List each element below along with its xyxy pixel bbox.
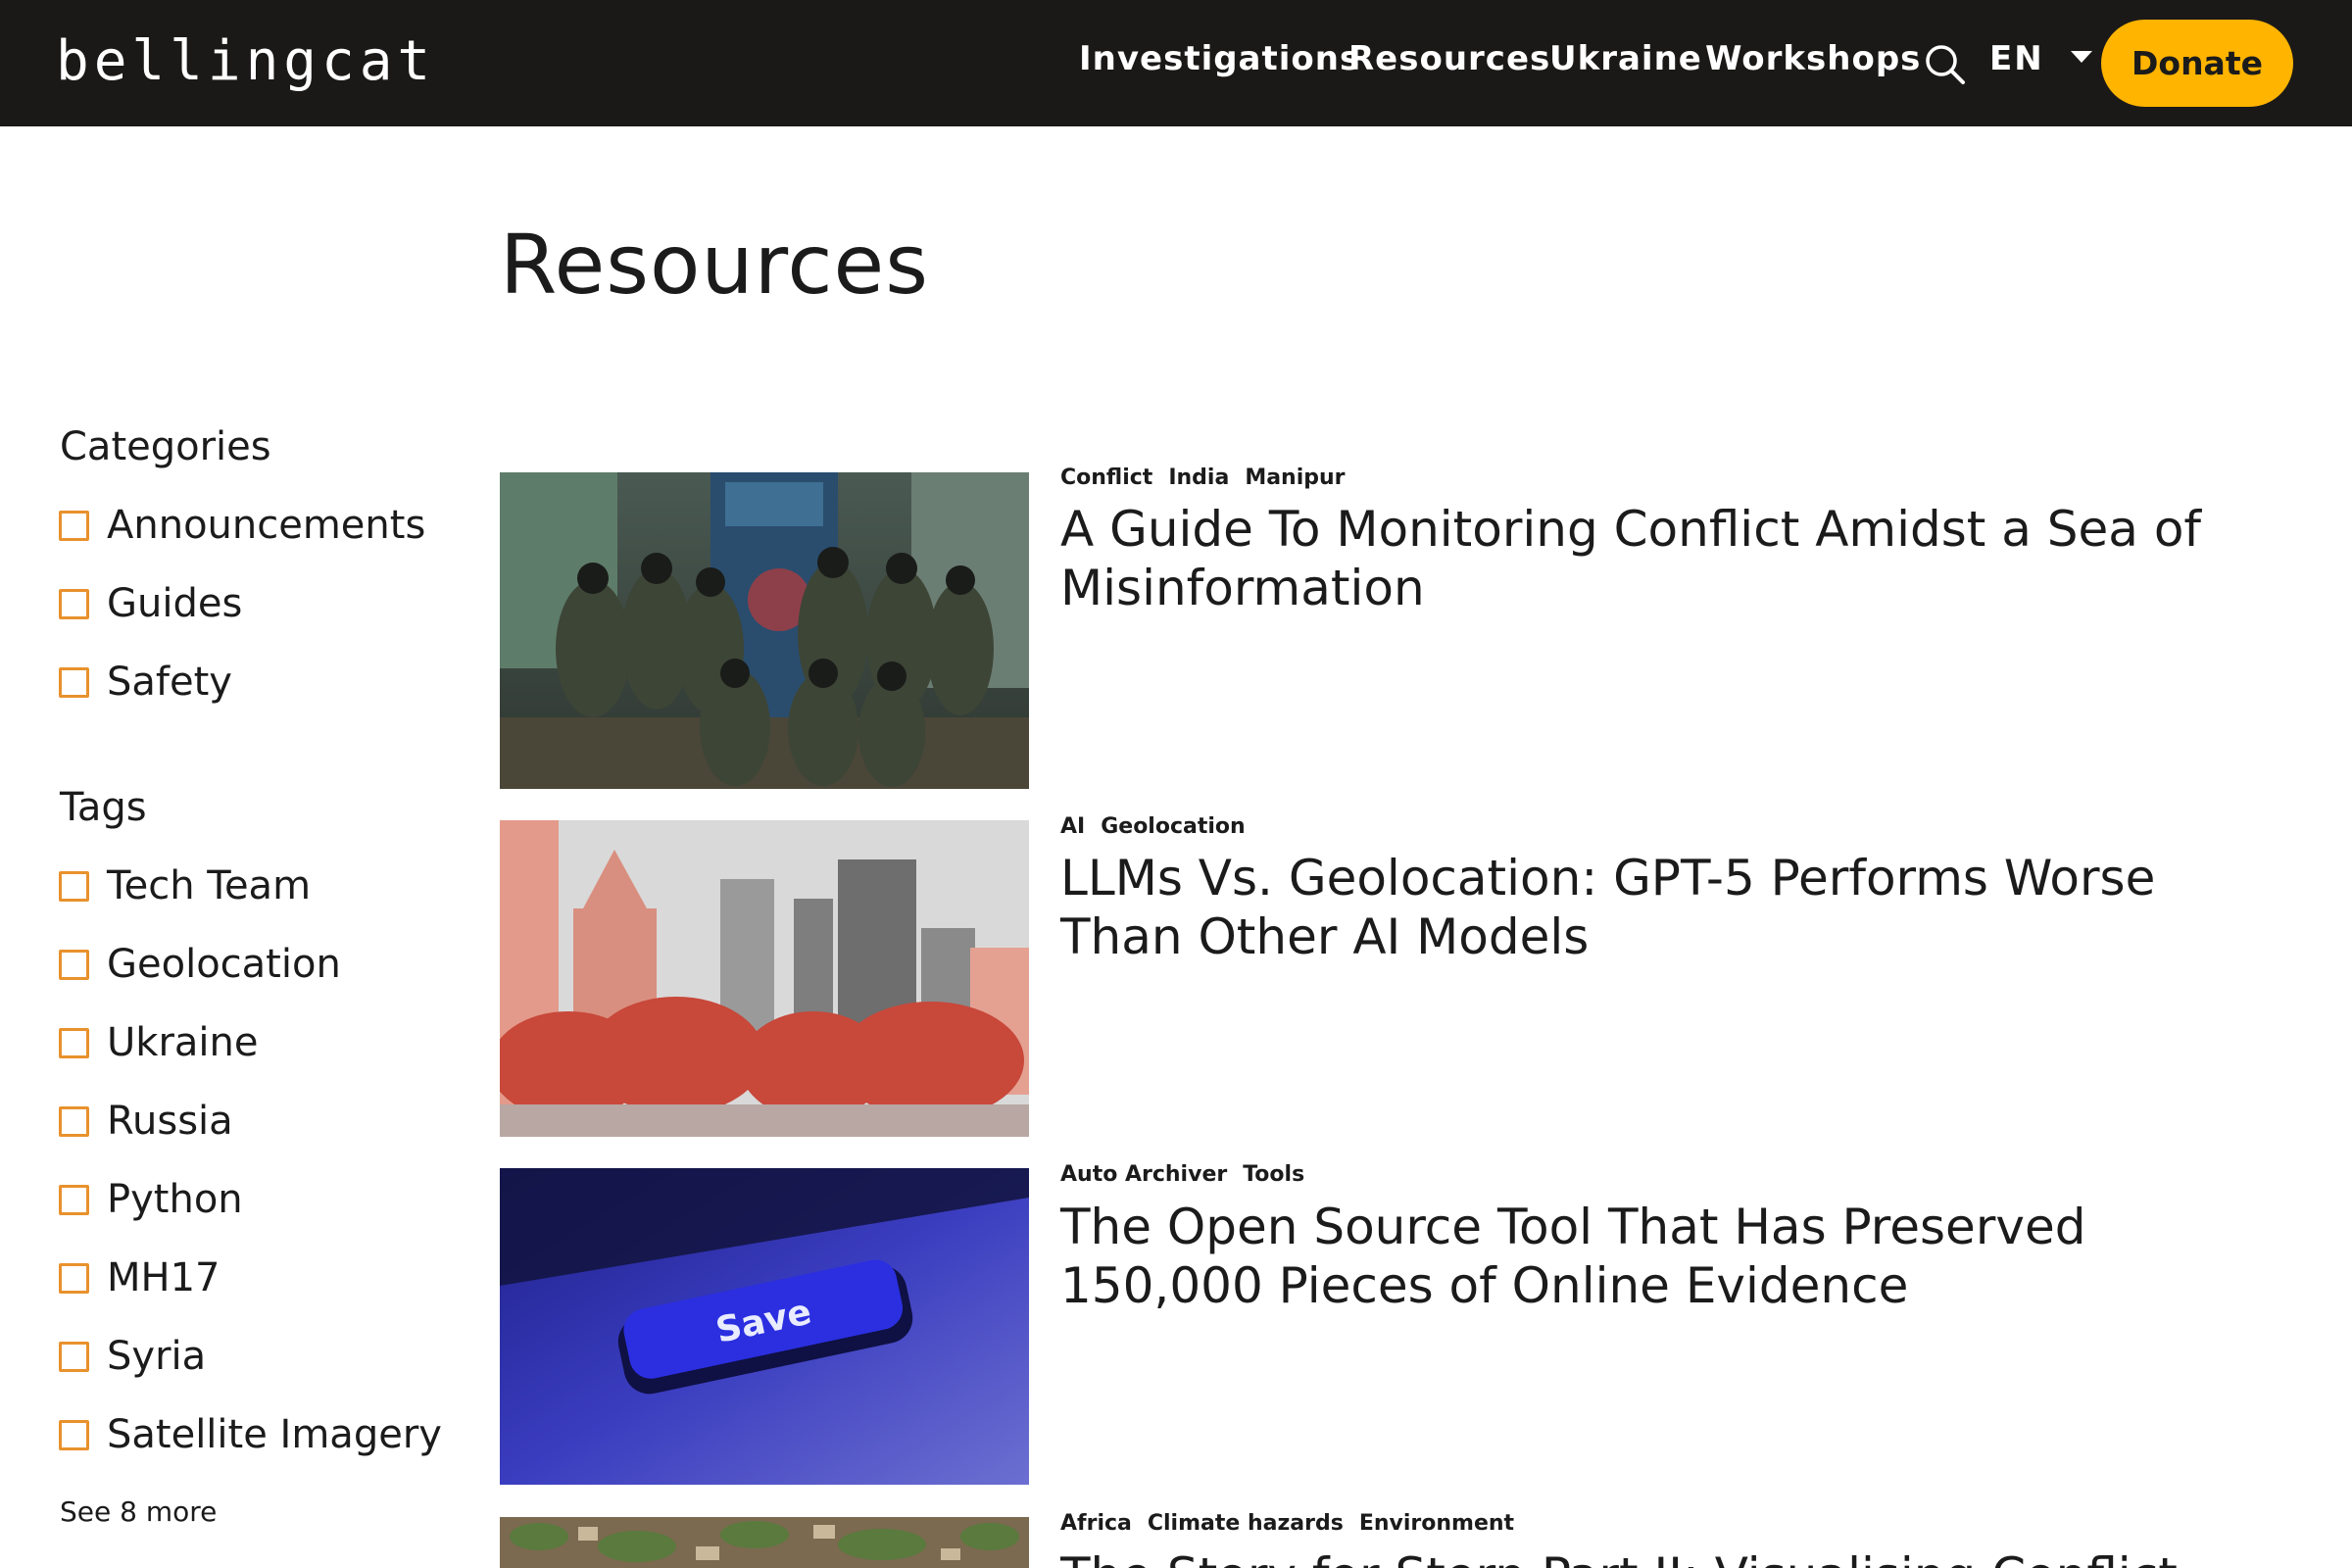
language-selector[interactable]: EN	[1989, 35, 2044, 82]
tag-filter-mh17[interactable]: MH17	[57, 1249, 449, 1307]
article-title[interactable]: LLMs Vs. Geolocation: GPT-5 Performs Wor…	[1060, 849, 2236, 966]
tag-label: MH17	[107, 1255, 220, 1300]
tag-filter-syria[interactable]: Syria	[57, 1327, 449, 1386]
article-thumbnail-soldiers[interactable]	[500, 472, 1029, 789]
nav-investigations[interactable]: Investigations	[1079, 35, 1360, 82]
checkbox[interactable]	[59, 1185, 89, 1215]
article-title[interactable]: The Open Source Tool That Has Preserved …	[1060, 1198, 2236, 1315]
tag-link[interactable]: Conflict	[1060, 464, 1152, 493]
category-filter-safety[interactable]: Safety	[57, 653, 449, 711]
category-label: Announcements	[107, 503, 426, 548]
search-icon[interactable]	[1924, 43, 1967, 86]
article-title-clip: The Story for Stern Part II: Visualising…	[1060, 1546, 2236, 1568]
tag-filter-tech-team[interactable]: Tech Team	[57, 857, 449, 915]
checkbox[interactable]	[59, 589, 89, 619]
tag-label: Ukraine	[107, 1020, 259, 1065]
bellingcat-logo[interactable]: bellingcat	[56, 24, 435, 100]
tag-label: Satellite Imagery	[107, 1412, 442, 1457]
article-thumbnail-aerial[interactable]	[500, 1517, 1029, 1568]
article-tags: Auto Archiver Tools	[1060, 1160, 1320, 1190]
see-more-link[interactable]: See 8 more	[60, 1493, 217, 1532]
tag-link[interactable]: Tools	[1243, 1160, 1304, 1190]
checkbox[interactable]	[59, 1106, 89, 1137]
checkbox[interactable]	[59, 1420, 89, 1450]
checkbox[interactable]	[59, 950, 89, 980]
tag-label: Geolocation	[107, 942, 341, 987]
tag-label: Syria	[107, 1334, 207, 1379]
article-tags: Conflict India Manipur	[1060, 464, 1361, 493]
checkbox[interactable]	[59, 511, 89, 541]
site-header: bellingcat Investigations Resources Ukra…	[0, 0, 2352, 126]
tag-link[interactable]: Auto Archiver	[1060, 1160, 1227, 1190]
tag-link[interactable]: Geolocation	[1101, 812, 1245, 842]
nav-resources[interactable]: Resources	[1348, 35, 1550, 82]
category-label: Guides	[107, 581, 243, 626]
checkbox[interactable]	[59, 1263, 89, 1294]
article-thumbnail-save-key[interactable]: Save	[500, 1168, 1029, 1485]
page-title: Resources	[500, 217, 929, 313]
checkbox[interactable]	[59, 667, 89, 698]
nav-workshops[interactable]: Workshops	[1705, 35, 1921, 82]
nav-ukraine[interactable]: Ukraine	[1549, 35, 1702, 82]
article-tags: Africa Climate hazards Environment	[1060, 1509, 1530, 1539]
donate-button[interactable]: Donate	[2101, 20, 2293, 107]
tag-label: Python	[107, 1177, 243, 1222]
article-title[interactable]: A Guide To Monitoring Conflict Amidst a …	[1060, 500, 2236, 617]
tag-link[interactable]: India	[1168, 464, 1229, 493]
article-thumbnail-city-trees[interactable]	[500, 820, 1029, 1137]
category-filter-guides[interactable]: Guides	[57, 574, 449, 633]
categories-heading: Categories	[60, 424, 271, 469]
category-label: Safety	[107, 660, 232, 705]
tag-link[interactable]: AI	[1060, 812, 1085, 842]
checkbox[interactable]	[59, 1028, 89, 1058]
tag-filter-geolocation[interactable]: Geolocation	[57, 935, 449, 994]
checkbox[interactable]	[59, 871, 89, 902]
article-title[interactable]: The Story for Stern Part II: Visualising…	[1060, 1546, 2236, 1568]
tag-label: Tech Team	[107, 863, 312, 908]
category-filter-announcements[interactable]: Announcements	[57, 496, 449, 555]
tag-filter-ukraine[interactable]: Ukraine	[57, 1013, 449, 1072]
tag-filter-python[interactable]: Python	[57, 1170, 449, 1229]
tag-filter-satellite-imagery[interactable]: Satellite Imagery	[57, 1405, 449, 1464]
tag-link[interactable]: Climate hazards	[1148, 1509, 1344, 1539]
checkbox[interactable]	[59, 1342, 89, 1372]
tag-link[interactable]: Manipur	[1245, 464, 1345, 493]
chevron-down-icon[interactable]	[2071, 51, 2092, 63]
tag-label: Russia	[107, 1099, 233, 1144]
tag-link[interactable]: Africa	[1060, 1509, 1132, 1539]
tags-heading: Tags	[60, 785, 147, 830]
article-tags: AI Geolocation	[1060, 812, 1261, 842]
tag-link[interactable]: Environment	[1359, 1509, 1514, 1539]
tag-filter-russia[interactable]: Russia	[57, 1092, 449, 1151]
